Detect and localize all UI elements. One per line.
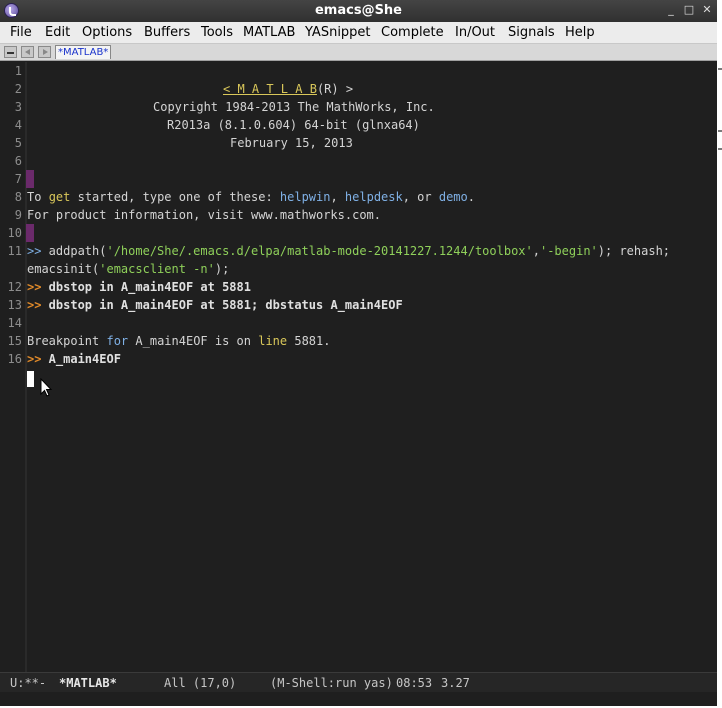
background-mark bbox=[718, 130, 722, 132]
empty-line-marker bbox=[26, 170, 34, 188]
emacs-window: emacs@She _ □ ✕ File Edit Options Buffer… bbox=[0, 0, 717, 706]
menu-in-out[interactable]: In/Out bbox=[455, 25, 495, 40]
tab-close-icon[interactable] bbox=[4, 46, 17, 58]
maximize-icon[interactable]: □ bbox=[683, 4, 695, 16]
menu-matlab[interactable]: MATLAB bbox=[243, 25, 295, 40]
menu-yasnippet[interactable]: YASnippet bbox=[305, 25, 371, 40]
line-number: 3 bbox=[14, 100, 22, 114]
cursor-position: All (17,0) bbox=[164, 676, 237, 690]
close-icon[interactable]: ✕ bbox=[701, 4, 713, 16]
command-run: >> A_main4EOF bbox=[27, 352, 121, 366]
background-window-edge bbox=[717, 0, 722, 708]
title-bar[interactable]: emacs@She _ □ ✕ bbox=[0, 0, 717, 22]
matlab-shell-buffer[interactable]: 1 2 3 4 5 6 7 8 9 10 11 12 13 14 15 16 <… bbox=[0, 62, 717, 672]
line-number: 6 bbox=[14, 154, 22, 168]
tab-matlab[interactable]: *MATLAB* bbox=[55, 45, 112, 59]
window-title: emacs@She bbox=[314, 3, 402, 18]
tab-scroll-right-icon[interactable] bbox=[38, 46, 51, 58]
minimize-icon[interactable]: _ bbox=[665, 4, 677, 16]
mode-line: U:**- *MATLAB* All (17,0) (M-Shell:run y… bbox=[0, 672, 717, 692]
menu-buffers[interactable]: Buffers bbox=[144, 25, 190, 40]
version-text: R2013a (8.1.0.604) 64-bit (glnxa64) bbox=[167, 118, 420, 132]
line-number: 16 bbox=[7, 352, 22, 366]
line-number: 5 bbox=[14, 136, 22, 150]
minibuffer[interactable] bbox=[0, 692, 717, 706]
product-info-text: For product information, visit www.mathw… bbox=[27, 208, 382, 222]
line-number: 11 bbox=[7, 244, 22, 258]
line-number: 12 bbox=[7, 280, 22, 294]
major-mode[interactable]: (M-Shell:run yas) bbox=[270, 676, 393, 690]
intro-text: To get started, type one of these: helpw… bbox=[27, 190, 475, 204]
text-cursor[interactable] bbox=[27, 371, 34, 387]
line-number: 10 bbox=[7, 226, 22, 240]
helpdesk-link[interactable]: helpdesk bbox=[345, 190, 403, 204]
tab-scroll-left-icon[interactable] bbox=[21, 46, 34, 58]
menu-help[interactable]: Help bbox=[565, 25, 595, 40]
breakpoint-output: Breakpoint for A_main4EOF is on line 588… bbox=[27, 334, 331, 348]
buffer-status: U:**- bbox=[10, 676, 47, 690]
line-number: 4 bbox=[14, 118, 22, 132]
helpwin-link[interactable]: helpwin bbox=[280, 190, 331, 204]
line-number: 8 bbox=[14, 190, 22, 204]
copyright-text: Copyright 1984-2013 The MathWorks, Inc. bbox=[153, 100, 435, 114]
load-average: 3.27 bbox=[441, 676, 470, 690]
background-mark bbox=[718, 148, 722, 150]
clock-time: 08:53 bbox=[396, 676, 433, 690]
line-number: 1 bbox=[14, 64, 22, 78]
line-number: 7 bbox=[14, 172, 22, 186]
empty-line-marker bbox=[26, 224, 34, 242]
background-mark bbox=[718, 68, 722, 70]
menu-bar: File Edit Options Buffers Tools MATLAB Y… bbox=[0, 22, 717, 44]
demo-link[interactable]: demo bbox=[439, 190, 468, 204]
buffer-name[interactable]: *MATLAB* bbox=[59, 676, 117, 690]
menu-file[interactable]: File bbox=[10, 25, 32, 40]
menu-complete[interactable]: Complete bbox=[381, 25, 444, 40]
line-number: 9 bbox=[14, 208, 22, 222]
left-fringe bbox=[25, 62, 27, 672]
tab-bar: *MATLAB* bbox=[0, 44, 717, 61]
line-number: 13 bbox=[7, 298, 22, 312]
line-number: 2 bbox=[14, 82, 22, 96]
menu-signals[interactable]: Signals bbox=[508, 25, 555, 40]
command-addpath: >> addpath('/home/She/.emacs.d/elpa/matl… bbox=[27, 244, 671, 258]
line-number: 14 bbox=[7, 316, 22, 330]
menu-tools[interactable]: Tools bbox=[201, 25, 233, 40]
menu-options[interactable]: Options bbox=[82, 25, 132, 40]
release-date-text: February 15, 2013 bbox=[230, 136, 353, 150]
command-dbstop-dbstatus: >> dbstop in A_main4EOF at 5881; dbstatu… bbox=[27, 298, 403, 312]
command-dbstop: >> dbstop in A_main4EOF at 5881 bbox=[27, 280, 251, 294]
mouse-pointer-icon bbox=[40, 378, 53, 397]
matlab-banner: < M A T L A B(R) > bbox=[223, 82, 354, 96]
menu-edit[interactable]: Edit bbox=[45, 25, 70, 40]
command-emacsinit: emacsinit('emacsclient -n'); bbox=[27, 262, 230, 276]
line-number: 15 bbox=[7, 334, 22, 348]
